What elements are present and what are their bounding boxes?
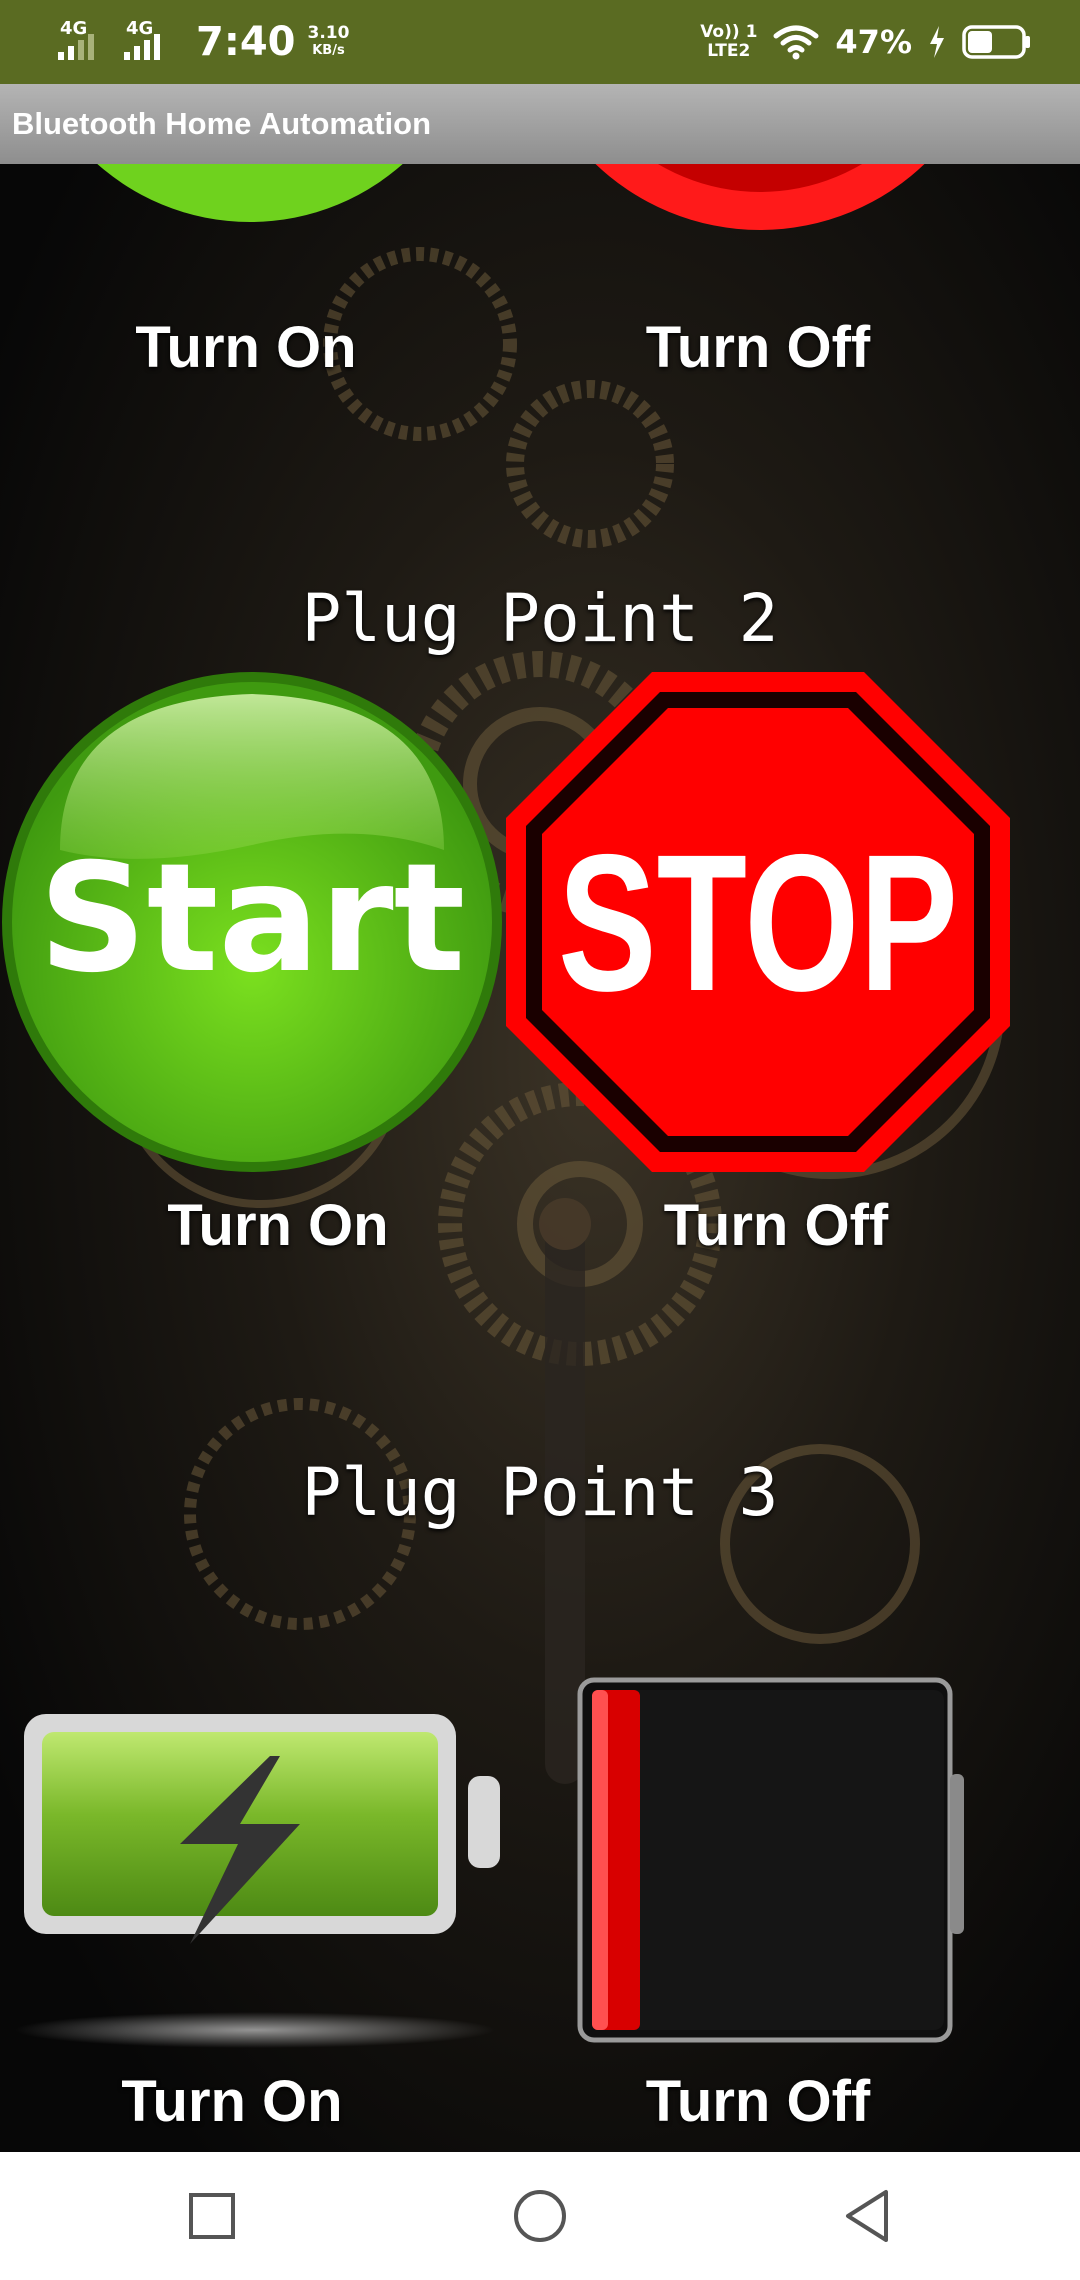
status-left: 4G 4G 7:40 3.10 KB/s: [58, 14, 349, 70]
plug2-on-label: Turn On: [167, 1193, 389, 1258]
plug3-on-battery-button[interactable]: [10, 1694, 500, 2074]
app-title: Bluetooth Home Automation: [0, 84, 1080, 164]
start-text: Start: [39, 832, 466, 1006]
speed-value: 3.10: [307, 23, 350, 43]
plug3-on-label: Turn On: [121, 2069, 343, 2134]
stop-text: STOP: [558, 814, 958, 1032]
back-icon[interactable]: [838, 2186, 898, 2246]
volte-top: Vo)) 1: [700, 22, 758, 42]
volte-bottom: LTE2: [707, 41, 751, 61]
plug1-on-label: Turn On: [135, 315, 357, 380]
plug3-heading: Plug Point 3: [301, 1454, 779, 1531]
volte-indicator: Vo)) 1 LTE2: [700, 23, 757, 61]
clock: 7:40: [196, 19, 296, 65]
plug1-off-button[interactable]: [520, 164, 1000, 304]
plug3-off-battery-button[interactable]: [570, 1674, 970, 2054]
home-icon[interactable]: [510, 2186, 570, 2246]
plug2-heading: Plug Point 2: [301, 580, 779, 657]
battery-percent: 47%: [835, 23, 912, 61]
plug2-off-label: Turn Off: [663, 1193, 889, 1258]
battery-icon: [962, 25, 1030, 59]
status-right: Vo)) 1 LTE2 47%: [700, 14, 1032, 70]
plug1-on-button[interactable]: [20, 164, 480, 304]
plug3-off-label: Turn Off: [645, 2069, 871, 2134]
status-bar: 4G 4G 7:40 3.10 KB/s Vo)) 1 LTE2 47%: [0, 0, 1080, 84]
signal-icon: 4G: [124, 18, 178, 62]
signal-icon: 4G: [58, 18, 112, 62]
plug1-off-label: Turn Off: [645, 315, 871, 380]
wifi-icon: [773, 25, 819, 60]
plug2-start-button[interactable]: Start: [0, 670, 504, 1174]
main-content[interactable]: Turn On Turn Off Plug Point 2 Start STOP…: [0, 164, 1080, 2152]
charging-icon: [930, 26, 944, 58]
speed-unit: KB/s: [312, 43, 345, 58]
network-speed: 3.10 KB/s: [308, 24, 350, 60]
recents-icon[interactable]: [182, 2186, 242, 2246]
navigation-bar: [0, 2152, 1080, 2280]
plug2-stop-button[interactable]: STOP: [504, 670, 1012, 1174]
